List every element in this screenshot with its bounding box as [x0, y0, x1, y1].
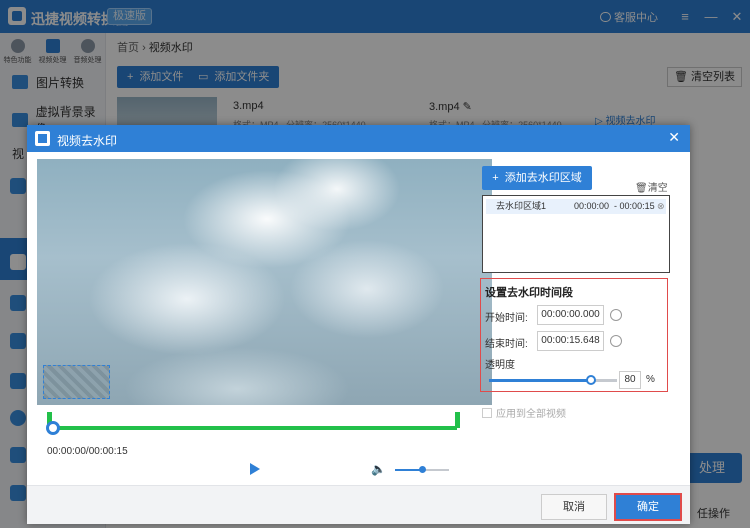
clear-regions-button[interactable]: 🗑清空 [635, 179, 668, 194]
volume-knob[interactable] [419, 466, 426, 473]
start-time-label: 开始时间: [485, 313, 528, 324]
volume-slider[interactable] [395, 466, 449, 473]
cancel-button[interactable]: 取消 [541, 494, 607, 520]
play-icon[interactable] [250, 463, 260, 475]
trim-range-bar [49, 426, 457, 430]
apply-all-checkbox[interactable] [482, 407, 492, 418]
reset-end-time-icon[interactable] [610, 335, 622, 347]
watermark-time-settings: 设置去水印时间段 开始时间: 00:00:00.000 结束时间: 00:00:… [480, 278, 668, 392]
timeline-area: 00:00:00/00:00:15 🔈 [37, 408, 492, 484]
plus-icon: + [492, 172, 499, 184]
start-time-input[interactable]: 00:00:00.000 [537, 305, 604, 325]
opacity-knob[interactable] [586, 375, 597, 385]
video-preview[interactable] [37, 159, 492, 405]
reset-start-time-icon[interactable] [610, 309, 622, 321]
dialog-footer: 取消 确定 [27, 485, 690, 524]
region-name: 去水印区域1 [496, 201, 547, 211]
close-icon[interactable]: ✕ [668, 130, 680, 144]
opacity-fill [489, 379, 592, 382]
remove-watermark-dialog: 视频去水印 ✕ 00:00:00/00:00:15 🔈 + 添加去水印区域 🗑清… [27, 125, 690, 524]
dialog-title: 视频去水印 [57, 134, 118, 148]
opacity-label: 透明度 [485, 360, 515, 371]
clear-label: 清空 [647, 183, 668, 194]
confirm-button[interactable]: 确定 [614, 493, 682, 521]
time-display: 00:00:00/00:00:15 [47, 446, 128, 457]
watermark-region-list: 去水印区域1 00:00:00 - 00:00:15 ⊗ [482, 195, 670, 273]
time-section-title: 设置去水印时间段 [485, 287, 573, 299]
remove-region-icon[interactable]: ⊗ [657, 199, 665, 214]
app-logo [35, 131, 50, 146]
trim-end-handle[interactable] [455, 412, 460, 428]
dialog-header: 视频去水印 ✕ [27, 125, 690, 152]
opacity-input[interactable]: 80 [619, 371, 641, 389]
apply-all-label: 应用到全部视频 [496, 409, 566, 420]
add-watermark-region-button[interactable]: + 添加去水印区域 [482, 166, 592, 190]
add-region-label: 添加去水印区域 [504, 172, 582, 184]
trash-icon: 🗑 [635, 183, 648, 194]
watermark-settings-panel: + 添加去水印区域 🗑清空 去水印区域1 00:00:00 - 00:00:15… [477, 157, 674, 487]
region-end: 00:00:15 [619, 201, 655, 211]
watermark-selection-box[interactable] [43, 365, 110, 399]
apply-to-all-option[interactable]: 应用到全部视频 [482, 405, 566, 420]
region-start: 00:00:00 [574, 201, 610, 211]
volume-fill [395, 469, 422, 471]
end-time-input[interactable]: 00:00:15.648 [537, 331, 604, 351]
playhead-handle[interactable] [46, 421, 60, 435]
volume-icon[interactable]: 🔈 [371, 462, 386, 476]
opacity-unit: % [646, 374, 655, 385]
list-item[interactable]: 去水印区域1 00:00:00 - 00:00:15 ⊗ [486, 199, 666, 214]
region-time: 00:00:00 - 00:00:15 [574, 201, 655, 211]
end-time-label: 结束时间: [485, 339, 528, 350]
